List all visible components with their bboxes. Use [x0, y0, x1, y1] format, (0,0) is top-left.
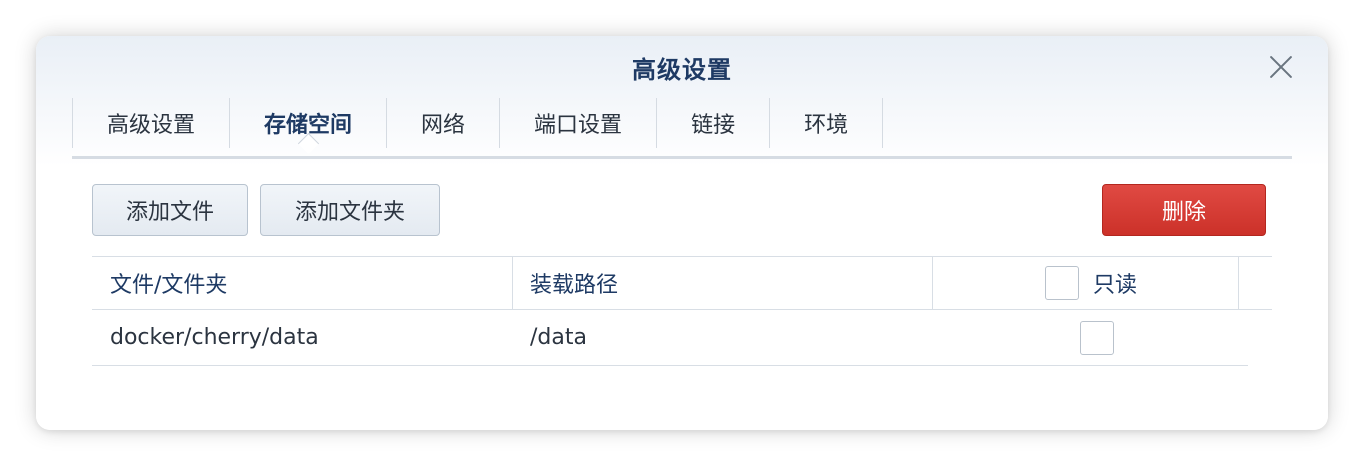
row-path: docker/cherry/data [110, 325, 319, 350]
table-row[interactable]: docker/cherry/data /data [92, 310, 1248, 366]
column-header-path[interactable]: 文件/文件夹 [110, 257, 227, 309]
tab-port-settings[interactable]: 端口设置 [500, 98, 658, 148]
tab-label: 端口设置 [534, 113, 623, 138]
close-icon[interactable] [1264, 50, 1298, 84]
tab-storage[interactable]: 存储空间 [230, 98, 388, 155]
row-mount-path: /data [530, 325, 587, 350]
add-file-button[interactable]: 添加文件 [92, 184, 248, 236]
column-divider [512, 257, 513, 309]
tab-links[interactable]: 链接 [657, 98, 771, 148]
column-header-readonly: 只读 [1093, 273, 1138, 298]
readonly-select-all-checkbox[interactable] [1045, 266, 1079, 300]
tab-divider [72, 156, 1292, 159]
tab-network[interactable]: 网络 [387, 98, 501, 148]
tab-label: 网络 [421, 113, 466, 138]
column-divider [1238, 257, 1239, 309]
advanced-settings-dialog: 高级设置 高级设置 存储空间 网络 端口设置 链接 环境 添加文件 添加文件夹 … [36, 36, 1328, 430]
tab-bar: 高级设置 存储空间 网络 端口设置 链接 环境 [72, 98, 884, 155]
table-header: 文件/文件夹 装载路径 只读 [92, 256, 1272, 310]
delete-button[interactable]: 删除 [1102, 184, 1266, 236]
tab-label: 环境 [804, 113, 849, 138]
column-divider [932, 257, 933, 309]
column-header-mount-path[interactable]: 装载路径 [530, 257, 618, 309]
dialog-title: 高级设置 [632, 56, 732, 84]
add-folder-button[interactable]: 添加文件夹 [260, 184, 440, 236]
tab-advanced-settings[interactable]: 高级设置 [72, 98, 231, 148]
row-readonly-checkbox[interactable] [1080, 321, 1114, 355]
tab-label: 高级设置 [107, 113, 196, 138]
tab-label: 链接 [691, 113, 736, 138]
tab-environment[interactable]: 环境 [770, 98, 884, 148]
